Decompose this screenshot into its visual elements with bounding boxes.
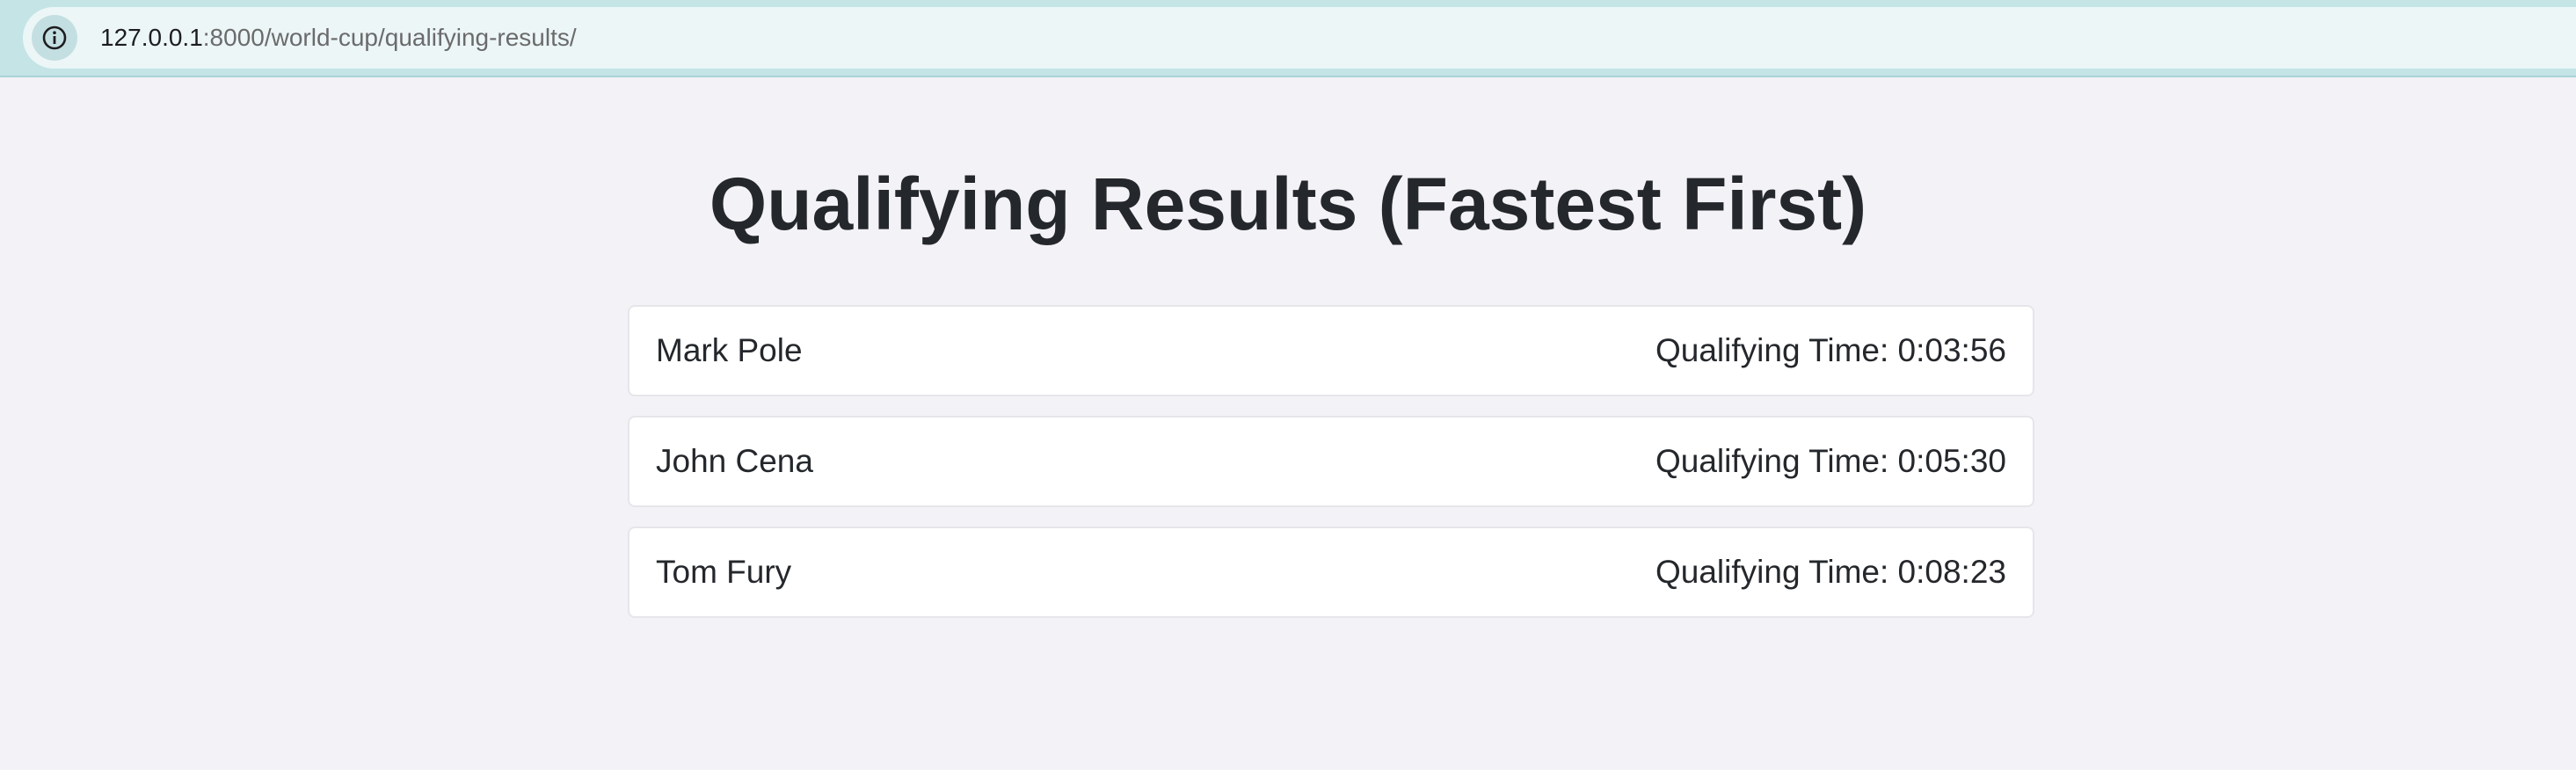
- url-text[interactable]: 127.0.0.1:8000/world-cup/qualifying-resu…: [100, 24, 577, 52]
- browser-toolbar: 127.0.0.1:8000/world-cup/qualifying-resu…: [0, 0, 2576, 77]
- qualifying-time: Qualifying Time: 0:03:56: [1655, 332, 2006, 368]
- page-title: Qualifying Results (Fastest First): [709, 163, 1867, 245]
- qualifying-time: Qualifying Time: 0:05:30: [1655, 443, 2006, 479]
- results-list: Mark Pole Qualifying Time: 0:03:56 John …: [628, 305, 2034, 637]
- racer-name: Tom Fury: [656, 554, 792, 590]
- racer-name: Mark Pole: [656, 332, 803, 368]
- racer-name: John Cena: [656, 443, 813, 479]
- result-row: Tom Fury Qualifying Time: 0:08:23: [628, 527, 2034, 618]
- result-row: John Cena Qualifying Time: 0:05:30: [628, 416, 2034, 507]
- url-path: :8000/world-cup/qualifying-results/: [202, 24, 577, 51]
- address-bar[interactable]: 127.0.0.1:8000/world-cup/qualifying-resu…: [23, 7, 2576, 69]
- site-info-icon[interactable]: [32, 15, 77, 61]
- page-content: Qualifying Results (Fastest First) Mark …: [0, 77, 2576, 770]
- qualifying-time: Qualifying Time: 0:08:23: [1655, 554, 2006, 590]
- url-host: 127.0.0.1: [100, 24, 203, 51]
- result-row: Mark Pole Qualifying Time: 0:03:56: [628, 305, 2034, 396]
